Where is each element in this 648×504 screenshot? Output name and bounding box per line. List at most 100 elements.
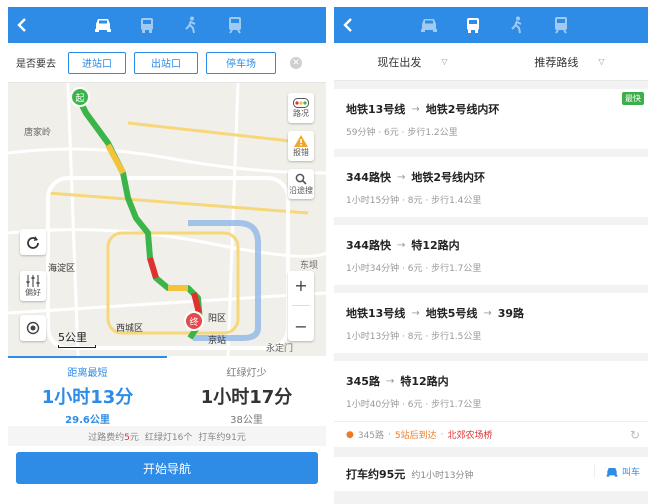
tab-title: 红绿灯少 xyxy=(226,368,267,379)
route-meta: 1小时34分钟 · 6元 · 步行1.7公里 xyxy=(346,264,482,274)
route-segment: 345路 xyxy=(346,375,380,388)
arrow-right-icon: → xyxy=(483,307,492,319)
train-icon xyxy=(229,17,241,34)
traffic-button[interactable]: 路况 xyxy=(288,93,314,123)
tab-distance: 38公里 xyxy=(230,415,263,426)
locate-icon xyxy=(26,321,40,335)
tip-separator: · xyxy=(388,429,391,440)
fastest-badge: 最快 xyxy=(622,92,644,105)
tip-line: 345路 xyxy=(357,431,385,441)
transport-modes xyxy=(418,14,572,36)
end-marker: 终 xyxy=(184,311,204,331)
bus-icon xyxy=(467,18,479,33)
sort-order-dropdown[interactable]: 推荐路线 ▽ xyxy=(491,54,648,70)
tip-separator: · xyxy=(440,429,444,440)
sort-order-label: 推荐路线 xyxy=(534,55,579,69)
tip-stop: 北郊农场桥 xyxy=(447,431,493,441)
status-dot-icon: ● xyxy=(346,429,354,440)
car-icon xyxy=(95,19,111,32)
chevron-down-icon: ▽ xyxy=(598,57,605,66)
route-card[interactable]: 345路 → 特12路内 1小时40分钟 · 6元 · 步行1.7公里 xyxy=(334,361,648,421)
app-root: 是否要去 进站口 出站口 停车场 ✕ 起 终 唐家岭 海淀区 西城区 阳区 东坝… xyxy=(0,0,648,504)
zoom-in-button[interactable]: + xyxy=(294,276,307,295)
mode-walk[interactable] xyxy=(506,14,528,36)
mode-bus[interactable] xyxy=(136,14,158,36)
route-segment: 地铁2号线内环 xyxy=(411,171,486,184)
back-arrow-icon xyxy=(343,18,352,32)
exit-button[interactable]: 出站口 xyxy=(134,51,198,74)
mode-train[interactable] xyxy=(224,14,246,36)
tab-shortest-distance[interactable]: 距离最短 1小时13分 29.6公里 xyxy=(8,356,167,426)
route-segment: 344路快 xyxy=(346,171,391,184)
route-meta: 59分钟 · 6元 · 步行1.2公里 xyxy=(346,128,458,138)
map-scale-bar xyxy=(58,345,96,348)
map-label: 海淀区 xyxy=(48,264,76,274)
route-lines: 344路快 → 地铁2号线内环 xyxy=(346,169,636,185)
toll-info: 过路费约5元 xyxy=(88,432,139,443)
zoom-divider xyxy=(292,305,310,307)
mode-bus[interactable] xyxy=(462,14,484,36)
parking-button[interactable]: 停车场 xyxy=(206,51,276,74)
sliders-icon xyxy=(26,274,40,287)
close-icon[interactable]: ✕ xyxy=(290,56,302,69)
mode-train[interactable] xyxy=(550,14,572,36)
refresh-icon[interactable]: ↻ xyxy=(630,428,640,442)
entrance-button[interactable]: 进站口 xyxy=(68,51,126,74)
route-card[interactable]: 地铁13号线 → 地铁5号线 → 39路 1小时13分钟 · 8元 · 步行1.… xyxy=(334,293,648,353)
arrow-right-icon: → xyxy=(396,239,406,251)
route-option-tabs: 距离最短 1小时13分 29.6公里 红绿灯少 1小时17分 38公里 xyxy=(8,356,326,426)
locate-button[interactable] xyxy=(20,315,46,341)
chevron-down-icon: ▽ xyxy=(441,57,448,66)
departure-time-label: 现在出发 xyxy=(377,55,422,69)
departure-time-dropdown[interactable]: 现在出发 ▽ xyxy=(334,54,491,70)
route-segment: 39路 xyxy=(497,307,525,320)
car-icon xyxy=(606,467,618,477)
start-navigation-button[interactable]: 开始导航 xyxy=(16,452,318,484)
back-arrow-icon xyxy=(17,18,26,32)
route-segment: 344路快 xyxy=(346,239,391,252)
transport-modes xyxy=(92,14,246,36)
mode-car[interactable] xyxy=(418,14,440,36)
zoom-control: + − xyxy=(288,271,314,341)
destination-stop-bar: 是否要去 进站口 出站口 停车场 ✕ xyxy=(8,43,326,83)
arrow-right-icon: → xyxy=(411,307,420,319)
zoom-out-button[interactable]: − xyxy=(294,317,307,336)
traffic-lights-info: 红绿灯16个 xyxy=(144,432,193,443)
taxi-fare: 打车约95元 xyxy=(346,468,406,481)
preference-button[interactable]: 偏好 xyxy=(20,271,46,301)
mode-walk[interactable] xyxy=(180,14,202,36)
realtime-bus-tip: ● 345路 · 5站后到达 · 北郊农场桥 ↻ xyxy=(334,421,648,447)
trip-info: 过路费约5元 红绿灯16个 打车约91元 xyxy=(8,426,326,446)
refresh-icon xyxy=(27,236,39,249)
route-meta: 1小时15分钟 · 8元 · 步行1.4公里 xyxy=(346,196,482,206)
route-card[interactable]: 344路快 → 特12路内 1小时34分钟 · 6元 · 步行1.7公里 xyxy=(334,225,648,285)
route-card[interactable]: 地铁13号线 → 地铁2号线内环 59分钟 · 6元 · 步行1.2公里 最快 xyxy=(334,89,648,149)
top-bar xyxy=(334,7,648,43)
map-label: 京站 xyxy=(208,336,227,346)
route-segment: 特12路内 xyxy=(411,239,460,252)
top-bar xyxy=(8,7,326,43)
search-icon xyxy=(295,173,307,185)
search-along-button[interactable]: 沿途搜 xyxy=(288,169,314,199)
call-taxi-button[interactable]: 叫车 xyxy=(593,465,640,478)
search-along-label: 沿途搜 xyxy=(289,185,313,195)
route-lines: 344路快 → 特12路内 xyxy=(346,237,636,253)
tab-fewer-lights[interactable]: 红绿灯少 1小时17分 38公里 xyxy=(167,358,326,426)
route-card[interactable]: 344路快 → 地铁2号线内环 1小时15分钟 · 8元 · 步行1.4公里 xyxy=(334,157,648,217)
driving-route-screen: 是否要去 进站口 出站口 停车场 ✕ 起 终 唐家岭 海淀区 西城区 阳区 东坝… xyxy=(8,7,326,504)
route-lines: 345路 → 特12路内 xyxy=(346,373,636,389)
report-label: 报错 xyxy=(293,147,309,157)
route-map[interactable]: 起 终 唐家岭 海淀区 西城区 阳区 东坝 永定门 京站 路况 报错 沿途搜 偏… xyxy=(8,83,326,356)
taxi-fare-info: 打车约91元 xyxy=(198,432,246,443)
walk-icon xyxy=(185,16,196,34)
report-button[interactable]: 报错 xyxy=(288,131,314,161)
back-button[interactable] xyxy=(8,7,36,43)
mode-car[interactable] xyxy=(92,14,114,36)
taxi-option[interactable]: 打车约95元 约1小时13分钟 叫车 xyxy=(334,457,648,491)
transit-route-screen: 现在出发 ▽ 推荐路线 ▽ 地铁13号线 → 地铁2号线内环 59分钟 · 6元… xyxy=(334,7,648,504)
back-button[interactable] xyxy=(334,7,362,43)
route-lines: 地铁13号线 → 地铁2号线内环 xyxy=(346,101,636,117)
route-meta: 1小时40分钟 · 6元 · 步行1.7公里 xyxy=(346,400,482,410)
refresh-button[interactable] xyxy=(20,229,46,255)
arrow-right-icon: → xyxy=(411,103,420,115)
